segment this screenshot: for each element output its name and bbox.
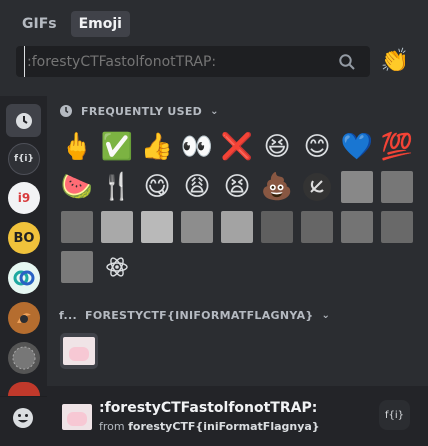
server-nav-grey[interactable]	[8, 342, 40, 374]
rail-bottom	[0, 396, 47, 442]
smile-icon[interactable]	[12, 407, 34, 429]
emoji-list: FREQUENTLY USED ⌄ 🖕 ✅ 👍 👀 ❌ 😆 😊 💙 💯 🍉 🍴 …	[47, 96, 428, 386]
astolfo-emoji[interactable]	[60, 333, 98, 369]
preview-emoji-source: from forestyCTF{iniFormatFlagnya}	[99, 420, 320, 433]
chevron-down-icon: ⌄	[321, 309, 331, 321]
server-logo-icon	[17, 313, 31, 323]
frequently-used-nav[interactable]	[6, 104, 41, 137]
preview-emoji-image	[62, 404, 92, 430]
poop-emoji[interactable]: 💩	[259, 169, 295, 205]
tab-gifs[interactable]: GIFs	[14, 11, 65, 37]
server-nav-red[interactable]	[8, 382, 40, 396]
watermelon-emoji[interactable]: 🍉	[59, 169, 95, 205]
search-input[interactable]	[24, 46, 334, 77]
clock-icon	[60, 105, 72, 117]
preview-from-server: forestyCTF{iniFormatFlagnya}	[128, 420, 320, 433]
laughing-emoji[interactable]: 😆	[259, 129, 295, 165]
smiling-emoji[interactable]: 😊	[299, 129, 335, 165]
blue-heart-emoji[interactable]: 💙	[339, 129, 375, 165]
search-icon	[338, 53, 356, 71]
custom-emoji[interactable]	[339, 169, 375, 205]
server-nav-bo[interactable]: BO	[8, 222, 40, 254]
hundred-emoji[interactable]: 💯	[379, 129, 415, 165]
random-emoji-button[interactable]: 👏	[380, 46, 410, 76]
server-nav-forestyctf[interactable]: f{i}	[8, 143, 40, 175]
hammer-sickle-emoji[interactable]	[299, 169, 335, 205]
search-bar[interactable]	[16, 46, 370, 77]
category-title: FORESTYCTF{INIFORMATFLAGNYA}	[85, 308, 314, 322]
picker-tabs: GIFs Emoji	[14, 11, 130, 37]
middle-finger-emoji[interactable]: 🖕	[59, 129, 95, 165]
custom-emoji[interactable]	[219, 209, 255, 245]
custom-emoji[interactable]	[379, 209, 415, 245]
category-rail: f{i} i9 BO	[0, 96, 47, 446]
server-logo-icon	[13, 270, 35, 286]
custom-emoji[interactable]	[299, 209, 335, 245]
thumbs-up-emoji[interactable]: 👍	[139, 129, 175, 165]
emoji-preview-footer: :forestyCTFastolfonotTRAP: from forestyC…	[47, 386, 428, 446]
category-forestyctf[interactable]: f... FORESTYCTF{INIFORMATFLAGNYA} ⌄	[59, 305, 330, 325]
clock-icon	[15, 112, 32, 129]
emoji-picker-header: GIFs Emoji 👏	[0, 0, 428, 96]
custom-emoji[interactable]	[59, 209, 95, 245]
server-nav-orange[interactable]	[8, 302, 40, 334]
server-chip[interactable]: f{i}	[379, 400, 410, 430]
fork-knife-emoji[interactable]: 🍴	[99, 169, 135, 205]
category-frequently-used[interactable]: FREQUENTLY USED ⌄	[59, 101, 219, 121]
tab-emoji[interactable]: Emoji	[70, 11, 130, 37]
server-logo-icon	[12, 346, 36, 370]
custom-emoji[interactable]	[139, 209, 175, 245]
custom-emoji[interactable]	[339, 209, 375, 245]
server-nav-green[interactable]	[8, 262, 40, 294]
custom-emoji[interactable]	[99, 209, 135, 245]
weary-emoji[interactable]: 😩	[179, 169, 215, 205]
custom-emoji[interactable]	[379, 169, 415, 205]
cross-mark-emoji[interactable]: ❌	[219, 129, 255, 165]
custom-emoji[interactable]	[259, 209, 295, 245]
category-title: FREQUENTLY USED	[81, 104, 203, 118]
eyes-emoji[interactable]: 👀	[179, 129, 215, 165]
preview-from-label: from	[99, 420, 125, 433]
preview-emoji-name: :forestyCTFastolfonotTRAP:	[99, 400, 318, 416]
custom-emoji[interactable]	[59, 249, 95, 285]
server-nav-i9[interactable]: i9	[8, 182, 40, 214]
tired-emoji[interactable]: 😫	[219, 169, 255, 205]
chevron-down-icon: ⌄	[210, 105, 219, 117]
server-short-label: f...	[59, 308, 77, 322]
atom-icon[interactable]	[99, 249, 135, 285]
check-mark-emoji[interactable]: ✅	[99, 129, 135, 165]
astolfo-emoji-image	[63, 337, 95, 365]
custom-emoji[interactable]	[179, 209, 215, 245]
yum-emoji[interactable]: 😋	[139, 169, 175, 205]
